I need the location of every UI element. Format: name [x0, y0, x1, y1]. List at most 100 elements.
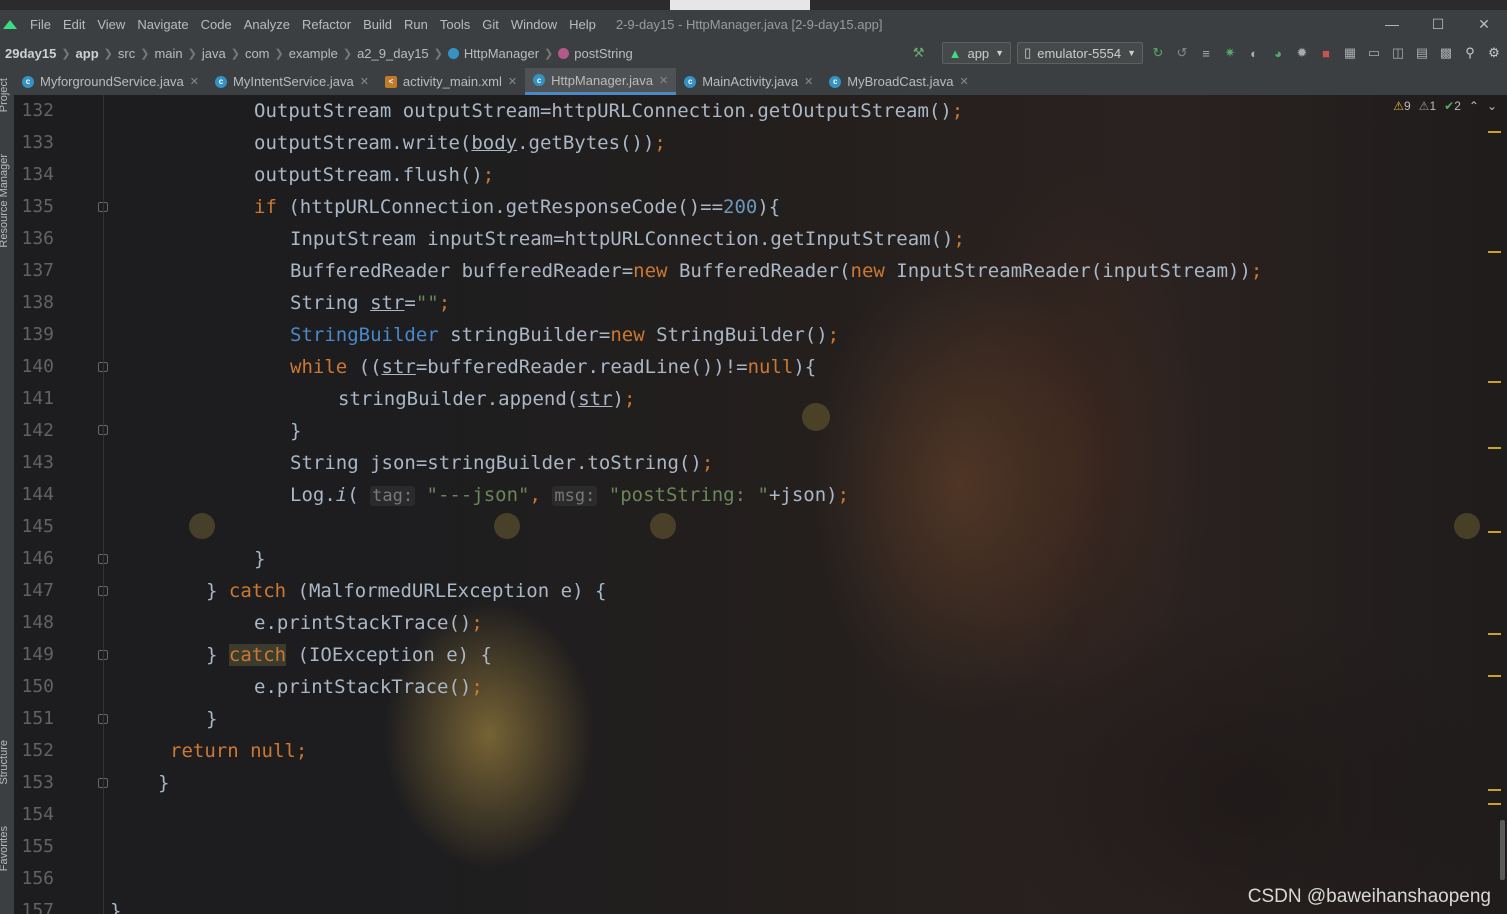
menu-help[interactable]: Help	[563, 17, 602, 32]
scroll-marker[interactable]	[1488, 131, 1501, 133]
breadcrumb-project[interactable]: 29day15	[5, 46, 56, 61]
code-line[interactable]: }	[110, 895, 121, 914]
warning-count[interactable]: ⚠9	[1393, 99, 1410, 113]
menu-analyze[interactable]: Analyze	[238, 17, 296, 32]
menu-view[interactable]: View	[91, 17, 131, 32]
code-editor[interactable]: 132 133 134 135 136 137 138 139 140 141 …	[14, 95, 1507, 914]
avd-manager-icon[interactable]: ◫	[1389, 44, 1407, 62]
code-line[interactable]: String json=stringBuilder.toString();	[290, 447, 713, 479]
coverage-icon[interactable]: ✹	[1293, 44, 1311, 62]
scroll-marker[interactable]	[1488, 447, 1501, 449]
menu-git[interactable]: Git	[476, 17, 505, 32]
code-line[interactable]: StringBuilder stringBuilder=new StringBu…	[290, 319, 839, 351]
apply-changes-icon[interactable]: ↺	[1173, 44, 1191, 62]
rerun-icon[interactable]: ↻	[1149, 44, 1167, 62]
code-line[interactable]: outputStream.flush();	[254, 159, 494, 191]
breadcrumb-method[interactable]: postString	[574, 46, 633, 61]
close-icon[interactable]: ✕	[360, 75, 369, 88]
tab-mainactivity[interactable]: c MainActivity.java ✕	[676, 68, 821, 95]
menu-build[interactable]: Build	[357, 17, 398, 32]
layout-inspector-icon[interactable]: ▩	[1437, 44, 1455, 62]
breadcrumb-java[interactable]: java	[202, 46, 226, 61]
code-line[interactable]: Log.i( tag: "---json", msg: "postString:…	[290, 479, 849, 512]
scroll-marker[interactable]	[1488, 381, 1501, 383]
code-line[interactable]: }	[290, 415, 301, 447]
code-line[interactable]: while ((str=bufferedReader.readLine())!=…	[290, 351, 816, 383]
code-line[interactable]: if (httpURLConnection.getResponseCode()=…	[254, 191, 780, 223]
breadcrumb-main[interactable]: main	[154, 46, 182, 61]
sdk-manager-icon[interactable]: ▤	[1413, 44, 1431, 62]
vertical-scrollbar[interactable]	[1500, 820, 1505, 880]
close-icon[interactable]: ✕	[804, 75, 813, 88]
menu-edit[interactable]: Edit	[57, 17, 91, 32]
scroll-marker[interactable]	[1488, 789, 1501, 791]
tab-myintentservice[interactable]: c MyIntentService.java ✕	[207, 68, 377, 95]
code-line[interactable]: InputStream inputStream=httpURLConnectio…	[290, 223, 965, 255]
tab-activity-main-xml[interactable]: < activity_main.xml ✕	[377, 68, 525, 95]
resource-manager-tool-window[interactable]: Resource Manager	[0, 154, 10, 248]
menu-run[interactable]: Run	[398, 17, 434, 32]
chevron-down-icon[interactable]: ⌄	[1487, 99, 1497, 113]
code-line[interactable]: return null;	[170, 735, 307, 767]
apply-code-changes-icon[interactable]: ≡	[1197, 44, 1215, 62]
stop-icon[interactable]: ■	[1317, 44, 1335, 62]
breadcrumb-example[interactable]: example	[289, 46, 338, 61]
close-icon[interactable]: ✕	[190, 75, 199, 88]
breadcrumb-package[interactable]: a2_9_day15	[357, 46, 429, 61]
build-hammer-icon[interactable]: ⚒	[910, 44, 928, 62]
tab-mybroadcast[interactable]: c MyBroadCast.java ✕	[821, 68, 976, 95]
scroll-marker[interactable]	[1488, 531, 1501, 533]
maximize-icon[interactable]: ☐	[1415, 10, 1461, 38]
close-icon[interactable]: ✕	[1461, 10, 1507, 38]
code-line[interactable]: BufferedReader bufferedReader=new Buffer…	[290, 255, 1262, 287]
profile-icon[interactable]: ◐	[1245, 44, 1263, 62]
search-icon[interactable]: ⚲	[1461, 44, 1479, 62]
tab-httpmanager[interactable]: c HttpManager.java ✕	[525, 68, 677, 95]
structure-tool-window[interactable]: Structure	[0, 740, 10, 785]
menu-file[interactable]: File	[24, 17, 57, 32]
minimize-icon[interactable]: —	[1369, 10, 1415, 38]
attach-debugger-icon[interactable]: ◕	[1269, 44, 1287, 62]
code-line[interactable]: e.printStackTrace();	[254, 607, 483, 639]
scroll-marker[interactable]	[1488, 803, 1501, 805]
breadcrumb-module[interactable]: app	[76, 46, 99, 61]
code-line[interactable]: stringBuilder.append(str);	[338, 383, 635, 415]
code-line[interactable]: e.printStackTrace();	[254, 671, 483, 703]
device-select[interactable]: ▯ emulator-5554 ▼	[1017, 42, 1143, 64]
scroll-marker[interactable]	[1488, 675, 1501, 677]
typo-count[interactable]: ✔2	[1444, 99, 1461, 113]
sync-gradle-icon[interactable]: ▦	[1341, 44, 1359, 62]
project-tool-window[interactable]: Project	[0, 78, 10, 112]
device-manager-icon[interactable]: ▭	[1365, 44, 1383, 62]
code-line[interactable]: }	[206, 703, 217, 735]
scroll-marker[interactable]	[1488, 251, 1501, 253]
menu-window[interactable]: Window	[505, 17, 563, 32]
run-config-select[interactable]: ▲ app ▼	[941, 42, 1012, 64]
close-icon[interactable]: ✕	[508, 75, 517, 88]
favorites-tool-window[interactable]: Favorites	[0, 826, 10, 871]
tab-myforgroundservice[interactable]: c MyforgroundService.java ✕	[14, 68, 207, 95]
close-icon[interactable]: ✕	[659, 74, 668, 87]
settings-icon[interactable]: ⚙	[1485, 44, 1503, 62]
code-line[interactable]: }	[158, 767, 169, 799]
breadcrumb-class[interactable]: HttpManager	[464, 46, 539, 61]
code-line[interactable]: OutputStream outputStream=httpURLConnect…	[254, 95, 963, 127]
code-line[interactable]: } catch (MalformedURLException e) {	[206, 575, 606, 607]
breadcrumb-src[interactable]: src	[118, 46, 135, 61]
breadcrumb-com[interactable]: com	[245, 46, 270, 61]
weak-warning-count[interactable]: ⚠1	[1419, 99, 1436, 113]
code-line[interactable]: }	[254, 543, 265, 575]
code-line[interactable]: String str="";	[290, 287, 450, 319]
scroll-marker[interactable]	[1488, 633, 1501, 635]
debug-icon[interactable]: ✷	[1221, 44, 1239, 62]
menu-code[interactable]: Code	[195, 17, 238, 32]
menu-navigate[interactable]: Navigate	[131, 17, 194, 32]
code-line[interactable]: } catch (IOException e) {	[206, 639, 492, 671]
chevron-up-icon[interactable]: ⌃	[1469, 99, 1479, 113]
menu-refactor[interactable]: Refactor	[296, 17, 357, 32]
code-line[interactable]: outputStream.write(body.getBytes());	[254, 127, 666, 159]
inspection-widget[interactable]: ⚠9 ⚠1 ✔2 ⌃ ⌄	[1393, 99, 1497, 113]
menu-tools[interactable]: Tools	[434, 17, 476, 32]
close-icon[interactable]: ✕	[960, 75, 969, 88]
chevron-right-icon: ❯	[187, 47, 197, 60]
